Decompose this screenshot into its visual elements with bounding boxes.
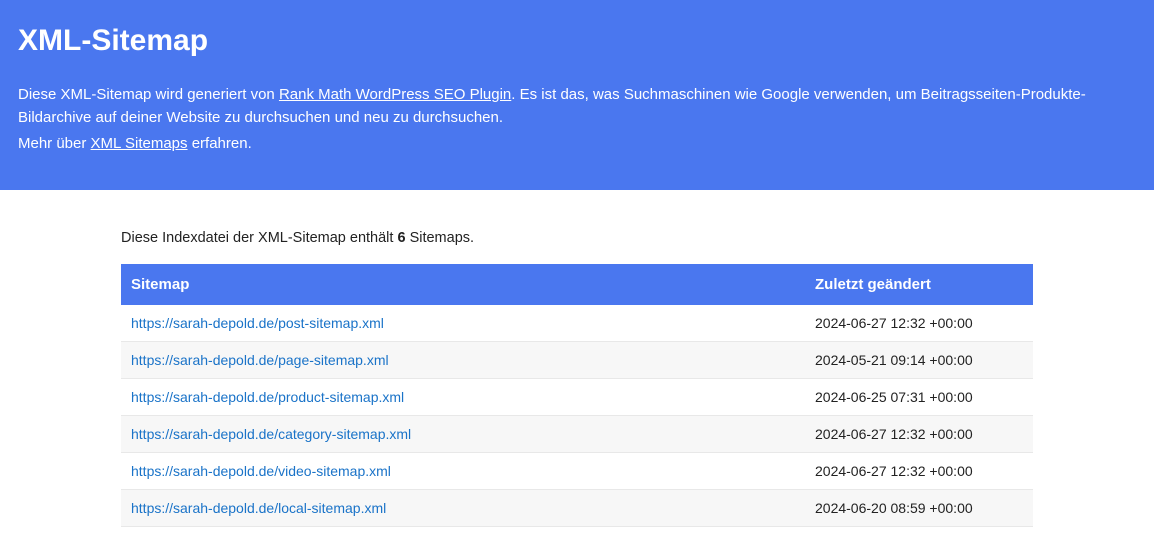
intro-text: Diese XML-Sitemap wird generiert von Ran…: [18, 84, 1136, 129]
modified-cell: 2024-06-27 12:32 +00:00: [805, 305, 1033, 342]
sitemap-cell: https://sarah-depold.de/local-sitemap.xm…: [121, 489, 805, 526]
count-after: Sitemaps.: [406, 230, 475, 246]
main-container: Diese Indexdatei der XML-Sitemap enthält…: [121, 190, 1033, 557]
header-banner: XML-Sitemap Diese XML-Sitemap wird gener…: [0, 0, 1154, 190]
sitemap-link[interactable]: https://sarah-depold.de/product-sitemap.…: [131, 389, 404, 405]
table-row: https://sarah-depold.de/post-sitemap.xml…: [121, 305, 1033, 342]
sitemap-cell: https://sarah-depold.de/product-sitemap.…: [121, 378, 805, 415]
table-row: https://sarah-depold.de/product-sitemap.…: [121, 378, 1033, 415]
sitemap-cell: https://sarah-depold.de/category-sitemap…: [121, 415, 805, 452]
rankmath-link[interactable]: Rank Math WordPress SEO Plugin: [279, 86, 511, 103]
sitemap-cell: https://sarah-depold.de/page-sitemap.xml: [121, 341, 805, 378]
col-modified: Zuletzt geändert: [805, 264, 1033, 305]
sitemap-link[interactable]: https://sarah-depold.de/post-sitemap.xml: [131, 315, 384, 331]
modified-cell: 2024-06-27 12:32 +00:00: [805, 452, 1033, 489]
table-row: https://sarah-depold.de/category-sitemap…: [121, 415, 1033, 452]
sitemap-link[interactable]: https://sarah-depold.de/video-sitemap.xm…: [131, 463, 391, 479]
count-number: 6: [397, 230, 405, 246]
page-title: XML-Sitemap: [18, 24, 1136, 58]
modified-cell: 2024-06-27 12:32 +00:00: [805, 415, 1033, 452]
sitemap-cell: https://sarah-depold.de/video-sitemap.xm…: [121, 452, 805, 489]
sitemap-cell: https://sarah-depold.de/post-sitemap.xml: [121, 305, 805, 342]
xml-sitemaps-link[interactable]: XML Sitemaps: [91, 135, 188, 152]
sitemap-table: Sitemap Zuletzt geändert https://sarah-d…: [121, 264, 1033, 527]
more-text: Mehr über XML Sitemaps erfahren.: [18, 133, 1136, 156]
sitemap-link[interactable]: https://sarah-depold.de/page-sitemap.xml: [131, 352, 389, 368]
table-header-row: Sitemap Zuletzt geändert: [121, 264, 1033, 305]
count-line: Diese Indexdatei der XML-Sitemap enthält…: [121, 230, 1033, 246]
table-row: https://sarah-depold.de/video-sitemap.xm…: [121, 452, 1033, 489]
more-after: erfahren.: [188, 135, 252, 152]
sitemap-link[interactable]: https://sarah-depold.de/category-sitemap…: [131, 426, 411, 442]
table-row: https://sarah-depold.de/local-sitemap.xm…: [121, 489, 1033, 526]
more-before: Mehr über: [18, 135, 91, 152]
intro-before: Diese XML-Sitemap wird generiert von: [18, 86, 279, 103]
sitemap-link[interactable]: https://sarah-depold.de/local-sitemap.xm…: [131, 500, 386, 516]
count-before: Diese Indexdatei der XML-Sitemap enthält: [121, 230, 397, 246]
table-row: https://sarah-depold.de/page-sitemap.xml…: [121, 341, 1033, 378]
col-sitemap: Sitemap: [121, 264, 805, 305]
modified-cell: 2024-06-20 08:59 +00:00: [805, 489, 1033, 526]
modified-cell: 2024-06-25 07:31 +00:00: [805, 378, 1033, 415]
modified-cell: 2024-05-21 09:14 +00:00: [805, 341, 1033, 378]
